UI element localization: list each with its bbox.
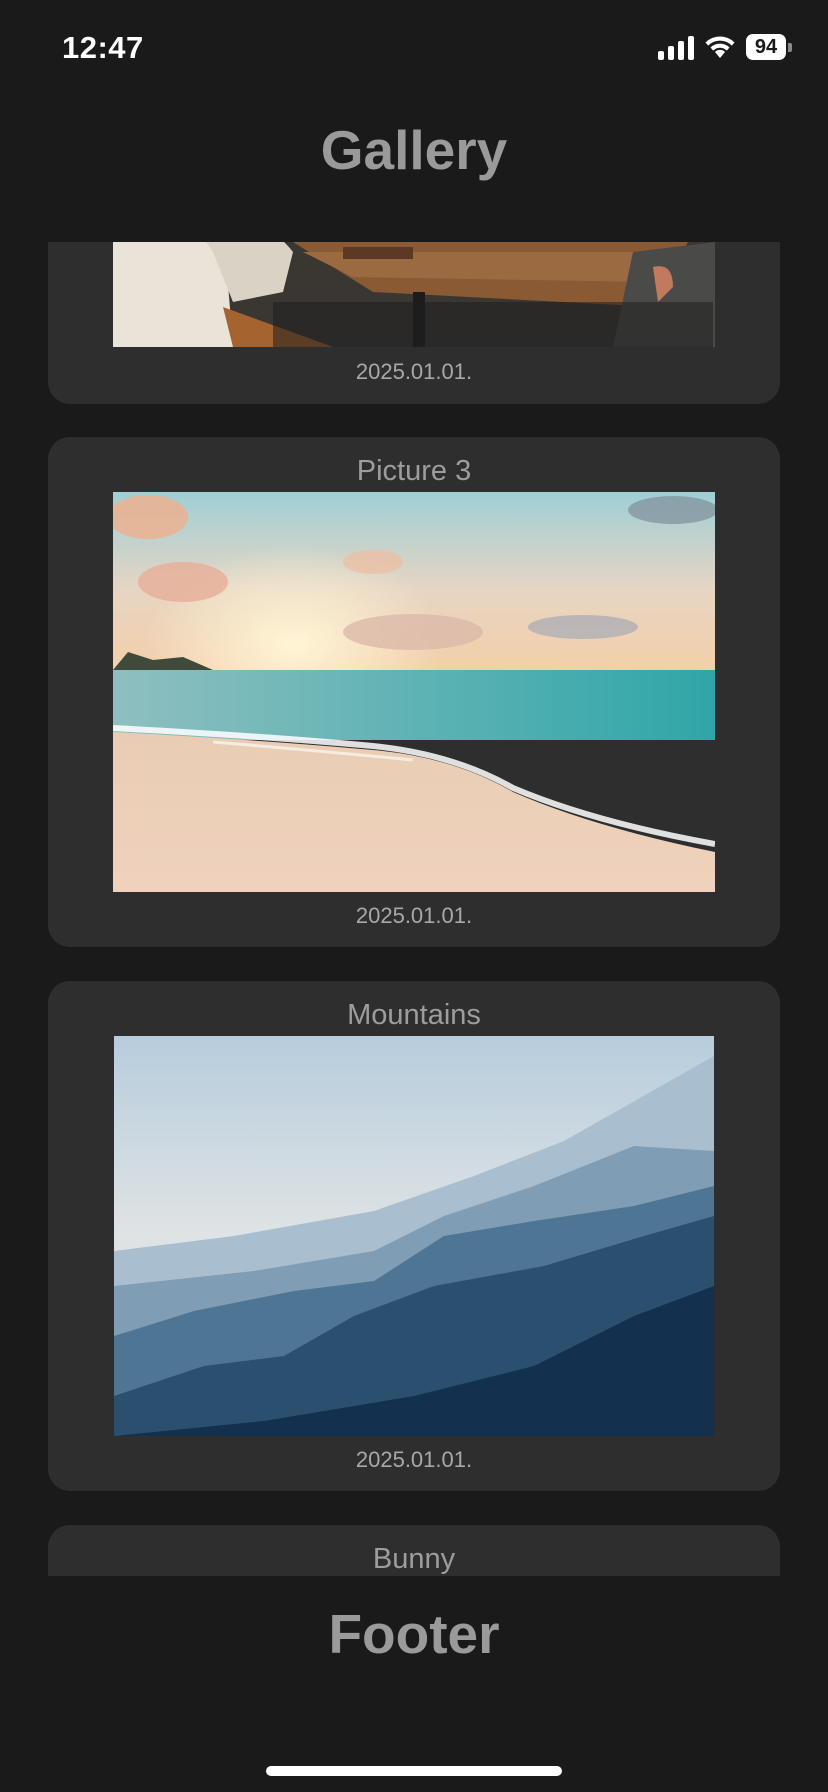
battery-icon: 94: [746, 34, 792, 60]
status-icons: 94: [658, 34, 792, 60]
card-title: Mountains: [347, 999, 481, 1031]
misty-mountains-photo: [114, 1036, 714, 1436]
card-title: Bunny: [372, 1543, 456, 1575]
footer-title: Footer: [328, 1603, 500, 1665]
card-title: Picture 3: [356, 455, 472, 487]
card-date: 2025.01.01.: [355, 359, 473, 384]
card-date: 2025.01.01.: [355, 1447, 473, 1472]
status-time: 12:47: [62, 30, 144, 65]
battery-level: 94: [746, 34, 786, 60]
beach-sunset-photo: [113, 492, 715, 892]
home-indicator[interactable]: [266, 1766, 562, 1776]
gallery-card[interactable]: Bunny: [48, 1525, 780, 1576]
gallery-card[interactable]: 2025.01.01.: [48, 242, 780, 404]
wifi-icon: [705, 36, 735, 58]
gallery-list[interactable]: 2025.01.01. Picture 3 2025.01.01. Mounta…: [0, 242, 828, 1576]
card-date: 2025.01.01.: [355, 903, 473, 928]
footer: Footer: [0, 1576, 828, 1792]
status-bar: 12:47 94: [0, 0, 828, 100]
gallery-card[interactable]: Mountains 2025.01.01.: [48, 981, 780, 1491]
cellular-signal-icon: [658, 34, 694, 60]
page-title: Gallery: [320, 119, 508, 181]
gallery-card[interactable]: Picture 3 2025.01.01.: [48, 437, 780, 947]
cafe-table-photo: [113, 242, 715, 347]
